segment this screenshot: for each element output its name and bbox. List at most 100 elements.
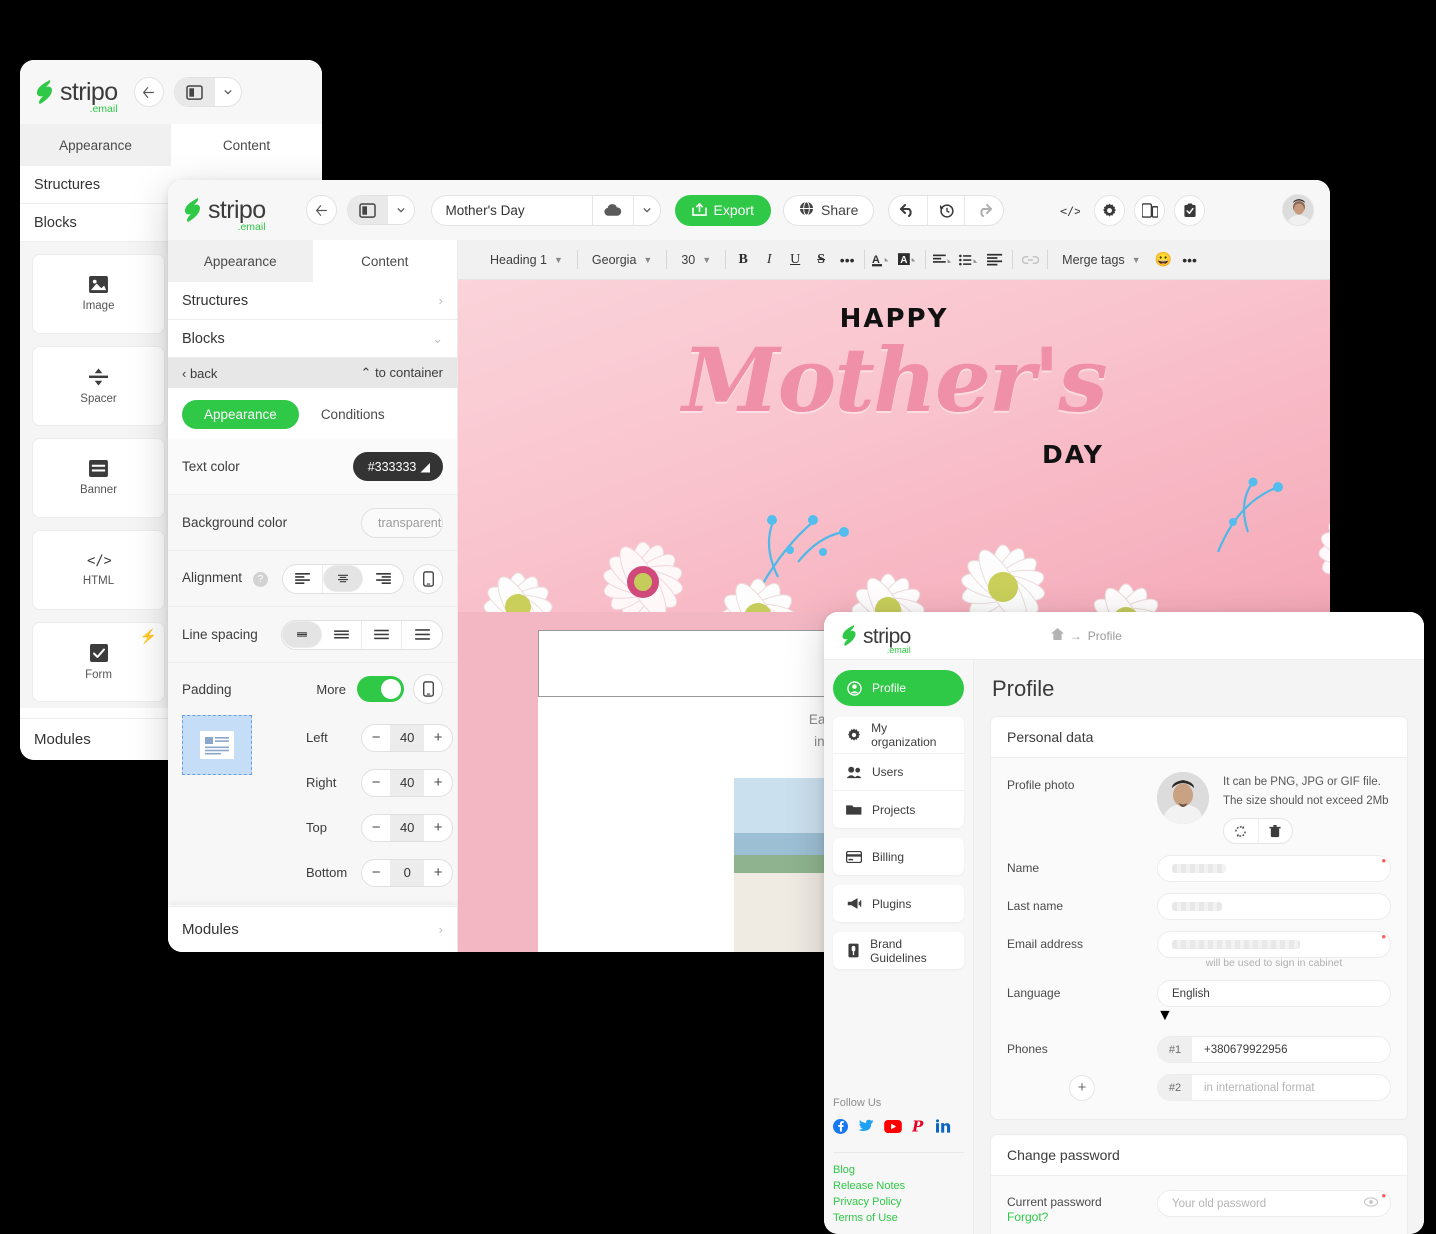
tab-appearance[interactable]: Appearance [168, 240, 313, 282]
back-button[interactable] [305, 195, 337, 225]
language-select[interactable]: English [1157, 980, 1391, 1008]
code-view-icon[interactable]: </> [1054, 195, 1085, 226]
plus-icon[interactable]: + [424, 770, 452, 796]
panel-layout-icon[interactable] [347, 196, 388, 224]
view-mode-dropdown-icon[interactable] [388, 196, 414, 224]
export-button[interactable]: Export [674, 194, 772, 226]
youtube-icon[interactable] [884, 1119, 902, 1138]
text-color-swatch[interactable]: #333333 ◢ [352, 452, 443, 481]
phone1-field[interactable]: #1 +380679922956 [1157, 1036, 1391, 1064]
history-button[interactable] [927, 195, 966, 225]
sidebar-item-plugins[interactable]: Plugins [833, 885, 964, 922]
highlight-color-button[interactable]: A [895, 247, 921, 273]
avatar[interactable] [1157, 772, 1209, 824]
mobile-alignment-icon[interactable] [413, 563, 443, 594]
footer-link-terms-of-use[interactable]: Terms of Use [833, 1212, 964, 1224]
show-password-icon[interactable] [1363, 1197, 1379, 1210]
align-center-icon[interactable] [323, 564, 363, 592]
device-preview-icon[interactable] [1134, 194, 1166, 226]
merge-tags-select[interactable]: Merge tags ▼ [1052, 253, 1150, 267]
tab-content[interactable]: Content [171, 124, 322, 166]
phone1-value[interactable]: +380679922956 [1192, 1037, 1390, 1062]
font-select[interactable]: Georgia ▼ [582, 253, 662, 267]
sidebar-item-brand-guidelines[interactable]: Brand Guidelines [833, 932, 964, 969]
back-button[interactable] [133, 77, 164, 107]
padding-left-value[interactable]: 40 [390, 724, 425, 751]
view-mode-dropdown-icon[interactable] [215, 78, 241, 106]
home-icon[interactable] [1050, 628, 1064, 643]
back-link[interactable]: ‹ back [182, 366, 217, 381]
line-spacing-2-icon[interactable] [322, 620, 362, 649]
redo-button[interactable] [965, 196, 1003, 225]
line-spacing-4-icon[interactable] [402, 621, 442, 649]
view-mode-selector[interactable] [173, 77, 242, 107]
text-more-button[interactable]: ••• [834, 247, 860, 273]
panel-layout-icon[interactable] [174, 78, 215, 106]
footer-link-privacy-policy[interactable]: Privacy Policy [833, 1196, 964, 1208]
bold-button[interactable]: B [730, 247, 756, 273]
italic-button[interactable]: I [756, 247, 782, 273]
font-size-select[interactable]: 30 ▼ [671, 253, 721, 267]
indent-button[interactable] [982, 247, 1008, 273]
padding-bottom-value[interactable]: 0 [390, 859, 425, 886]
tab-appearance[interactable]: Appearance [20, 124, 171, 166]
strikethrough-button[interactable]: S [808, 247, 834, 273]
name-input[interactable]: • [1157, 853, 1391, 883]
plus-icon[interactable]: + [424, 815, 452, 841]
to-container-link[interactable]: ⌃ to container [361, 365, 443, 381]
delete-photo-icon[interactable] [1259, 819, 1293, 843]
minus-icon[interactable]: − [362, 860, 390, 886]
section-modules[interactable]: Modules › [168, 906, 457, 952]
footer-link-release-notes[interactable]: Release Notes [833, 1180, 964, 1192]
minus-icon[interactable]: − [362, 770, 390, 796]
style-select[interactable]: Heading 1 ▼ [480, 253, 573, 267]
padding-right-value[interactable]: 40 [390, 769, 425, 796]
facebook-icon[interactable] [833, 1118, 848, 1139]
block-image[interactable]: Image [32, 254, 165, 334]
forgot-password-link[interactable]: Forgot? [1007, 1210, 1157, 1224]
project-title-value[interactable]: Mother's Day [432, 196, 592, 225]
padding-more-toggle[interactable] [357, 676, 404, 702]
tab-content[interactable]: Content [312, 240, 457, 282]
settings-gear-icon[interactable] [1094, 194, 1126, 226]
mobile-padding-icon[interactable] [413, 674, 443, 704]
plus-icon[interactable]: + [424, 725, 452, 751]
minus-icon[interactable]: − [362, 815, 390, 841]
padding-right-stepper[interactable]: − 40 + [361, 768, 454, 797]
line-spacing-3-icon[interactable] [362, 620, 402, 649]
current-password-input[interactable]: Your old password • [1157, 1188, 1391, 1218]
cloud-save-icon[interactable] [593, 196, 633, 225]
sidebar-item-my-organization[interactable]: My organization [833, 717, 964, 754]
link-button[interactable] [1017, 247, 1043, 273]
padding-top-stepper[interactable]: − 40 + [361, 813, 454, 842]
padding-left-stepper[interactable]: − 40 + [361, 723, 454, 752]
project-title-field[interactable]: Mother's Day [430, 194, 661, 226]
sidebar-item-projects[interactable]: Projects [833, 791, 964, 828]
phone2-field[interactable]: #2 in international format [1157, 1074, 1391, 1102]
twitter-icon[interactable] [858, 1119, 874, 1138]
plus-icon[interactable]: + [424, 860, 452, 886]
undo-button[interactable] [889, 196, 927, 225]
linkedin-icon[interactable] [936, 1119, 952, 1138]
font-color-button[interactable]: A [869, 247, 895, 273]
padding-bottom-stepper[interactable]: − 0 + [361, 858, 454, 887]
user-avatar[interactable] [1282, 194, 1314, 226]
padding-top-value[interactable]: 40 [390, 814, 425, 841]
align-dropdown-button[interactable] [930, 247, 956, 273]
email-input[interactable]: • [1157, 929, 1391, 959]
block-banner[interactable]: Banner [32, 438, 165, 518]
view-mode-selector[interactable] [346, 195, 415, 225]
sidebar-item-profile[interactable]: Profile [833, 670, 964, 707]
block-form[interactable]: ⚡ Form [32, 622, 165, 702]
pinterest-icon[interactable]: P [911, 1118, 926, 1139]
background-color-value[interactable]: transparent [361, 507, 443, 538]
lastname-input[interactable] [1157, 893, 1391, 921]
underline-button[interactable]: U [782, 247, 808, 273]
tab-appearance-sub[interactable]: Appearance [182, 400, 299, 429]
help-icon[interactable]: ? [252, 571, 268, 587]
line-spacing-1-icon[interactable] [282, 620, 322, 648]
toolbar-overflow-button[interactable]: ••• [1177, 247, 1203, 273]
email-banner[interactable]: HAPPY Mother's DAY [458, 280, 1330, 612]
tab-conditions-sub[interactable]: Conditions [299, 400, 407, 429]
minus-icon[interactable]: − [362, 725, 390, 751]
